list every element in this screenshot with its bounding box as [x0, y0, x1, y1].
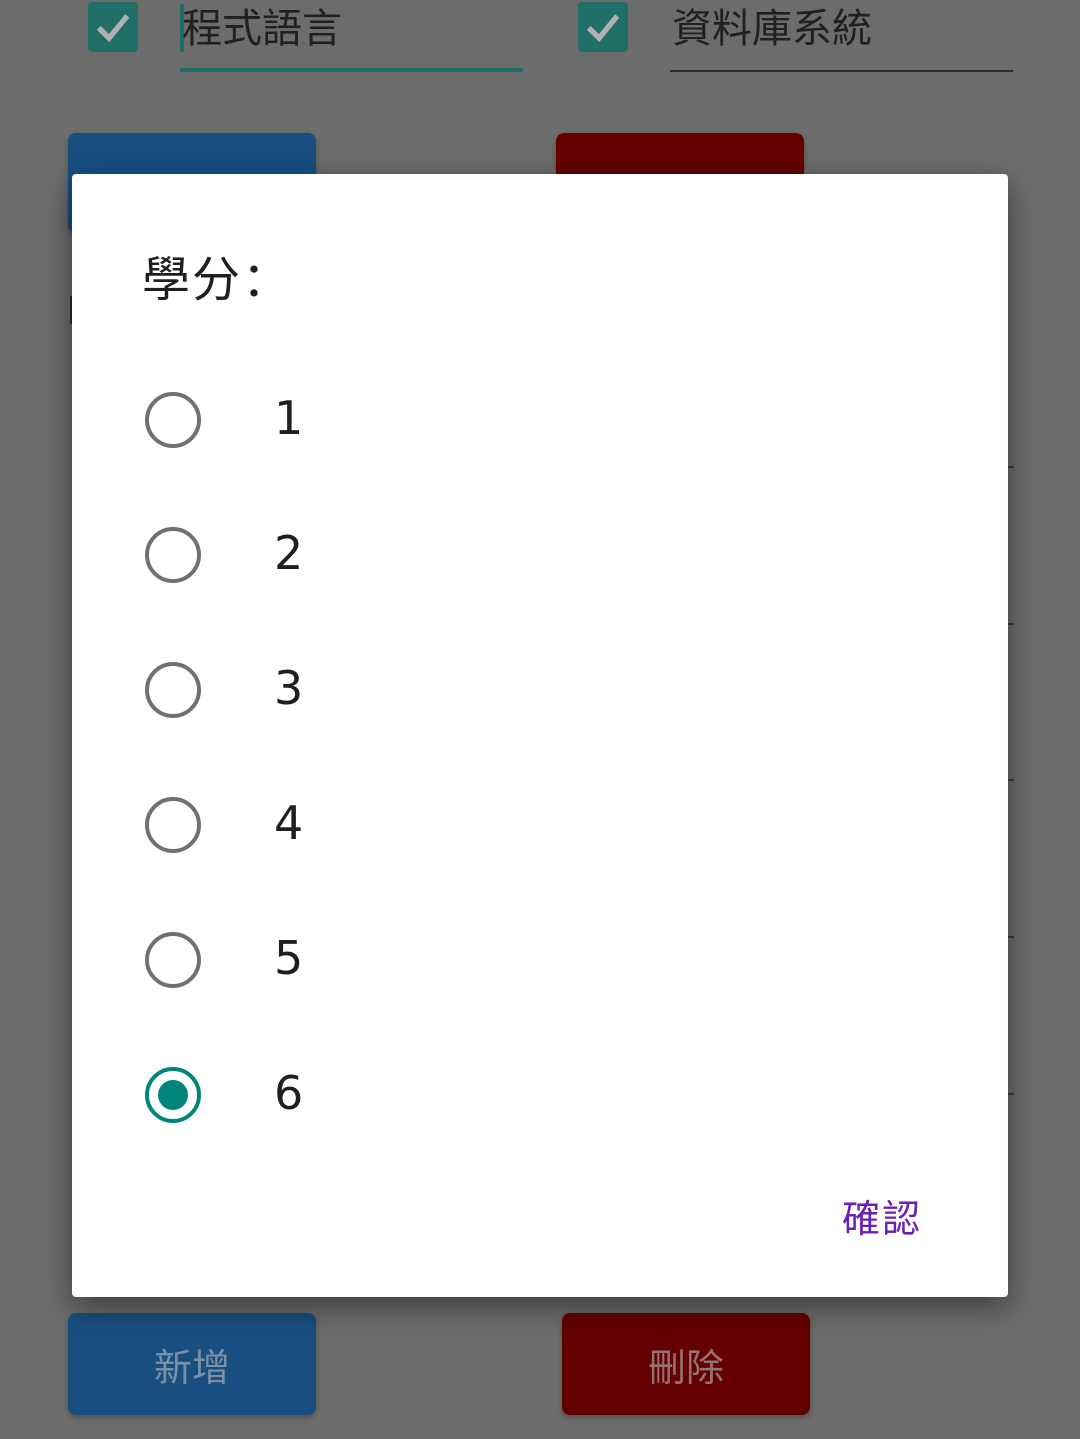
radio-button[interactable] [145, 932, 201, 988]
add-button-label: 新增 [153, 1345, 230, 1390]
credit-option-2[interactable]: 2 [72, 505, 1008, 640]
checkbox-course-1[interactable] [88, 2, 138, 52]
option-label: 6 [274, 1066, 304, 1120]
credit-option-3[interactable]: 3 [72, 640, 1008, 775]
radio-button[interactable] [145, 527, 201, 583]
option-label: 2 [274, 526, 304, 580]
course-input-1[interactable]: 程式語言 [180, 0, 523, 72]
option-label: 5 [274, 931, 304, 985]
radio-button[interactable] [145, 797, 201, 853]
radio-button[interactable] [145, 662, 201, 718]
course-name-1: 程式語言 [182, 6, 342, 52]
credit-option-4[interactable]: 4 [72, 775, 1008, 910]
checkmark-icon [586, 14, 620, 43]
option-label: 4 [274, 796, 304, 850]
radio-button-selected[interactable] [145, 1067, 201, 1123]
option-label: 3 [274, 661, 304, 715]
delete-button-label: 刪除 [647, 1345, 724, 1390]
credit-option-5[interactable]: 5 [72, 910, 1008, 1045]
radio-button[interactable] [145, 392, 201, 448]
dialog-title: 學分： [142, 252, 293, 308]
checkmark-icon [96, 14, 130, 43]
checkbox-course-2[interactable] [578, 2, 628, 52]
credit-option-6[interactable]: 6 [72, 1045, 1008, 1180]
confirm-button[interactable]: 確認 [842, 1188, 922, 1243]
course-input-2[interactable]: 資料庫系統 [670, 0, 1013, 72]
delete-button[interactable]: 刪除 [562, 1313, 810, 1415]
option-label: 1 [274, 391, 304, 445]
add-button[interactable]: 新增 [68, 1313, 316, 1415]
credit-dialog: 學分： 1 2 3 4 5 6 確認 [72, 174, 1008, 1297]
credit-option-1[interactable]: 1 [72, 370, 1008, 505]
course-name-2: 資料庫系統 [672, 6, 872, 52]
